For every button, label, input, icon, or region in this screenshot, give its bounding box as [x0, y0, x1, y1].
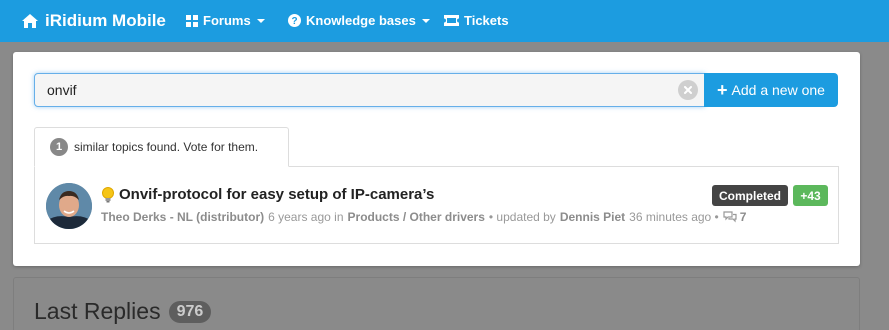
chevron-down-icon	[421, 19, 430, 23]
question-circle-icon: ?	[288, 14, 301, 27]
topic-search-input[interactable]	[35, 74, 675, 106]
th-large-icon	[186, 14, 198, 27]
nav-knowledge-bases[interactable]: ? Knowledge bases	[288, 13, 430, 28]
updated-by-link[interactable]: Dennis Piet	[560, 210, 625, 224]
new-topic-panel: + Add a new one 1 similar topics found. …	[13, 52, 860, 266]
topic-title-link[interactable]: Onvif-protocol for easy setup of IP-came…	[119, 186, 434, 203]
similar-topics-tab[interactable]: 1 similar topics found. Vote for them.	[34, 127, 289, 167]
add-new-topic-label: Add a new one	[731, 82, 825, 98]
topic-category-link[interactable]: Products / Other drivers	[348, 210, 485, 224]
updated-text: • updated by	[488, 210, 556, 224]
ticket-icon	[444, 15, 459, 26]
search-box	[34, 73, 705, 107]
nav-forums-label: Forums	[203, 13, 251, 28]
plus-icon: +	[717, 80, 728, 100]
brand-link[interactable]: iRidium Mobile	[21, 11, 166, 31]
brand-name: iRidium Mobile	[45, 11, 166, 30]
comments-icon	[723, 211, 737, 223]
topic-meta: Theo Derks - NL (distributor) 6 years ag…	[101, 210, 750, 224]
chevron-down-icon	[256, 19, 265, 23]
similar-topics-text: similar topics found. Vote for them.	[74, 140, 259, 154]
topic-age: 6 years ago in	[268, 210, 344, 224]
home-icon	[22, 14, 38, 28]
top-navbar: iRidium Mobile Forums ? Knowledge bases …	[0, 0, 889, 42]
comment-count: 7	[739, 210, 747, 224]
vote-count-badge[interactable]: +43	[793, 185, 828, 206]
author-avatar[interactable]	[46, 183, 92, 229]
similar-count-badge: 1	[50, 138, 68, 156]
close-icon	[684, 86, 692, 94]
avatar-photo	[46, 183, 92, 229]
last-replies-section: Last Replies 976	[13, 277, 860, 330]
updated-age: 36 minutes ago •	[629, 210, 719, 224]
topic-title-row: Onvif-protocol for easy setup of IP-came…	[101, 186, 434, 203]
nav-forums[interactable]: Forums	[186, 13, 265, 28]
topic-author-link[interactable]: Theo Derks - NL (distributor)	[101, 210, 264, 224]
svg-text:?: ?	[291, 16, 297, 27]
last-replies-heading: Last Replies 976	[34, 298, 212, 325]
add-new-topic-button[interactable]: + Add a new one	[704, 73, 838, 107]
similar-topics-list: Onvif-protocol for easy setup of IP-came…	[34, 166, 839, 244]
lightbulb-icon	[102, 186, 114, 202]
last-replies-title: Last Replies	[34, 298, 161, 324]
status-badge: Completed	[712, 185, 789, 206]
clear-search-button[interactable]	[678, 80, 698, 100]
nav-tickets-label: Tickets	[464, 13, 509, 28]
nav-tickets[interactable]: Tickets	[444, 13, 509, 28]
last-replies-count-badge: 976	[168, 300, 212, 323]
nav-knowledge-bases-label: Knowledge bases	[306, 13, 416, 28]
